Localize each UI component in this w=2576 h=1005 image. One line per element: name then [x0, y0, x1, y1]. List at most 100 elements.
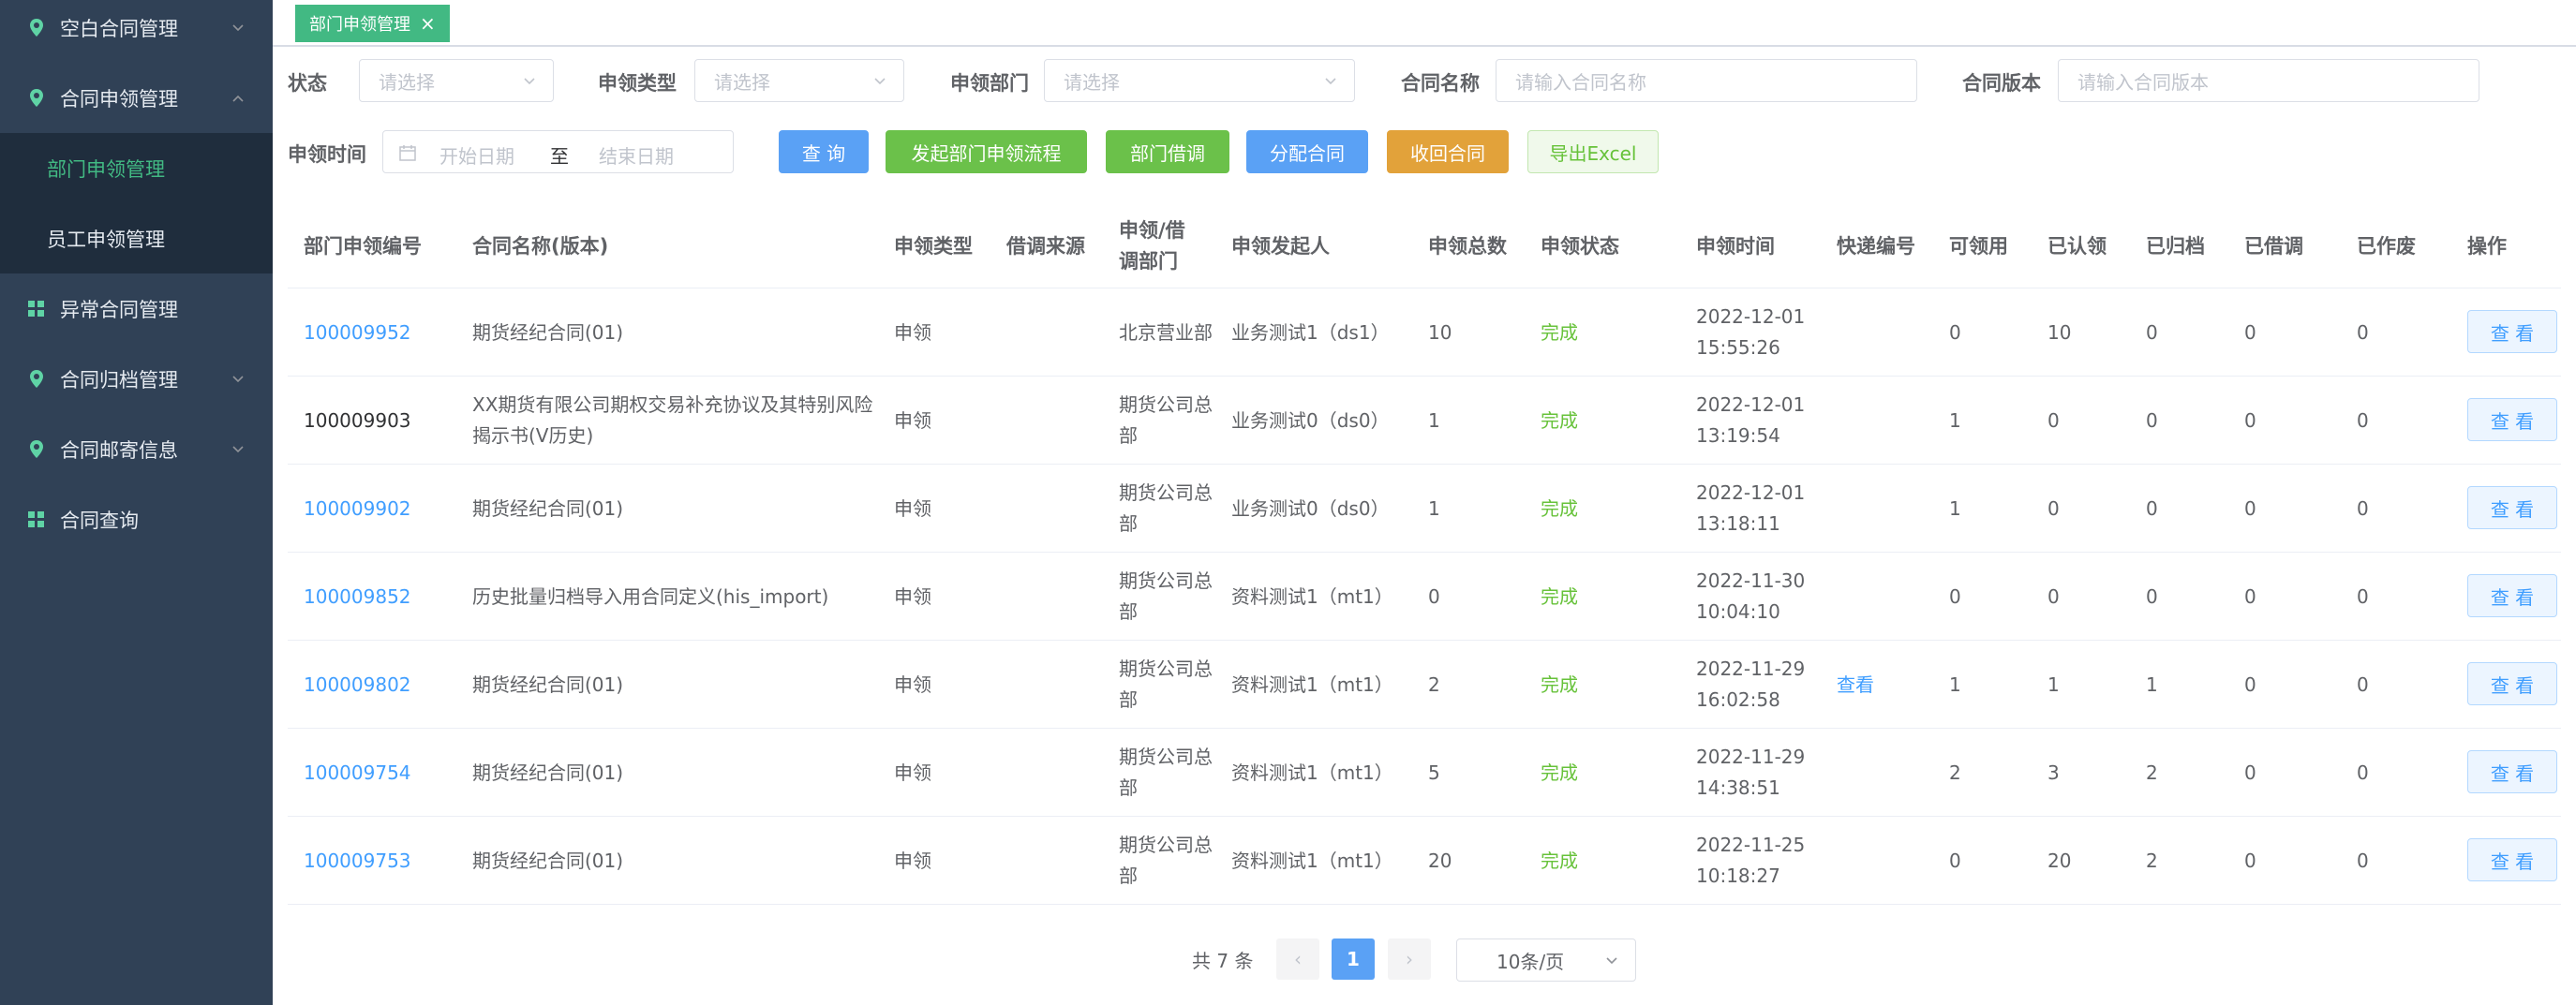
col-header: 申领状态: [1541, 234, 1619, 258]
view-button[interactable]: 查 看: [2467, 310, 2557, 353]
cell-total: 10: [1428, 320, 1452, 344]
cell-initiator: 资料测试1（mt1）: [1231, 849, 1393, 872]
prev-page-button[interactable]: ‹: [1276, 938, 1319, 980]
cell-total: 0: [1428, 584, 1440, 608]
cell-claimed: 3: [2047, 761, 2060, 784]
cell-status: 完成: [1541, 408, 1578, 432]
pagination-total: 共 7 条: [1192, 950, 1254, 972]
date-end-input[interactable]: 结束日期: [599, 141, 674, 169]
cell-claim-id[interactable]: 100009753: [304, 817, 454, 905]
sidebar-item-label: 合同查询: [60, 509, 139, 532]
cell-claim-id[interactable]: 100009754: [304, 729, 454, 817]
cell-archived: 0: [2146, 496, 2158, 520]
table-row: 100009802 期货经纪合同(01) 申领 期货公司总部 资料测试1（mt1） 2 完成…: [288, 641, 2561, 729]
cell-claim-id[interactable]: 100009952: [304, 288, 454, 377]
chevron-down-icon: [232, 23, 244, 31]
cell-transfer-source: [1006, 553, 1109, 641]
sidebar-item-label: 合同邮寄信息: [60, 438, 178, 462]
sidebar-item-abnormal-contract[interactable]: 异常合同管理: [0, 273, 273, 344]
recall-contract-button[interactable]: 收回合同: [1387, 130, 1509, 173]
cell-available: 1: [1949, 496, 1961, 520]
table-row: 100009952 期货经纪合同(01) 申领 北京营业部 业务测试1（ds1） 10 完成…: [288, 288, 2561, 377]
cell-initiator: 业务测试1（ds1）: [1231, 320, 1390, 344]
cell-dept: 期货公司总部: [1119, 481, 1213, 535]
cell-express-no: [1837, 288, 1940, 377]
date-start-input[interactable]: 开始日期: [439, 141, 514, 169]
contract-name-input[interactable]: 请输入合同名称: [1496, 59, 1917, 102]
view-button[interactable]: 查 看: [2467, 662, 2557, 705]
close-icon[interactable]: ×: [420, 14, 436, 33]
sidebar-item-contract-claim[interactable]: 合同申领管理: [0, 63, 273, 133]
col-header: 申领/借调部门: [1119, 219, 1185, 273]
cell-contract-name: 期货经纪合同(01): [472, 672, 624, 696]
view-button[interactable]: 查 看: [2467, 486, 2557, 529]
date-range-picker[interactable]: 开始日期 至 结束日期: [382, 130, 734, 173]
export-excel-button[interactable]: 导出Excel: [1527, 130, 1659, 173]
col-header: 申领类型: [894, 234, 973, 258]
query-button[interactable]: 查 询: [779, 130, 869, 173]
cell-dept: 期货公司总部: [1119, 658, 1213, 711]
col-header: 可领用: [1949, 234, 2008, 258]
table-header: 部门申领编号 合同名称(版本) 申领类型 借调来源 申领/借调部门 申领发起人 …: [288, 204, 2561, 288]
cell-claim-id[interactable]: 100009852: [304, 553, 454, 641]
view-button[interactable]: 查 看: [2467, 838, 2557, 881]
sidebar-subitem-dept-claim[interactable]: 部门申领管理: [0, 133, 273, 203]
cell-archived: 2: [2146, 849, 2158, 872]
view-button[interactable]: 查 看: [2467, 750, 2557, 793]
cell-claimed: 20: [2047, 849, 2072, 872]
sidebar-subitem-label: 员工申领管理: [47, 228, 165, 251]
sidebar-subitem-staff-claim[interactable]: 员工申领管理: [0, 203, 273, 273]
dept-transfer-button[interactable]: 部门借调: [1106, 130, 1229, 173]
cell-claim-type: 申领: [894, 672, 931, 696]
sidebar: 空白合同管理 合同申领管理 部门申领管理 员工申领管理 异常合同管理 合同归档管…: [0, 0, 273, 1005]
sidebar-item-label: 异常合同管理: [60, 298, 178, 321]
cell-total: 5: [1428, 761, 1440, 784]
cell-claim-id[interactable]: 100009902: [304, 465, 454, 553]
calendar-icon: [399, 145, 416, 161]
sidebar-item-label: 合同归档管理: [60, 368, 178, 392]
dept-select[interactable]: 请选择: [1044, 59, 1355, 102]
cell-transferred: 0: [2244, 849, 2256, 872]
cell-archived: 0: [2146, 320, 2158, 344]
cell-available: 1: [1949, 672, 1961, 696]
table-row: 100009902 期货经纪合同(01) 申领 期货公司总部 业务测试0（ds0） 1 完成…: [288, 465, 2561, 553]
page-1-button[interactable]: 1: [1332, 938, 1375, 980]
cell-claim-id[interactable]: 100009802: [304, 641, 454, 729]
chevron-down-icon: [1606, 957, 1617, 965]
sidebar-item-blank-contract[interactable]: 空白合同管理: [0, 0, 273, 63]
express-view-link[interactable]: 查看: [1837, 641, 1940, 729]
cell-transfer-source: [1006, 377, 1109, 465]
sidebar-item-contract-mail[interactable]: 合同邮寄信息: [0, 414, 273, 484]
cell-initiator: 业务测试0（ds0）: [1231, 408, 1390, 432]
cell-claimed: 0: [2047, 584, 2060, 608]
cell-claim-time: 2022-11-29 14:38:51: [1696, 746, 1806, 799]
next-page-button[interactable]: ›: [1388, 938, 1431, 980]
cell-voided: 0: [2357, 408, 2369, 432]
col-header: 已借调: [2244, 234, 2303, 258]
dept-placeholder: 请选择: [1064, 70, 1120, 94]
type-select[interactable]: 请选择: [694, 59, 904, 102]
time-label: 申领时间: [288, 143, 366, 166]
cell-express-no: [1837, 553, 1940, 641]
status-select[interactable]: 请选择: [359, 59, 554, 102]
tab-dept-claim[interactable]: 部门申领管理 ×: [295, 5, 450, 42]
cell-archived: 0: [2146, 408, 2158, 432]
contract-version-input[interactable]: 请输入合同版本: [2058, 59, 2479, 102]
cell-status: 完成: [1541, 496, 1578, 520]
sidebar-item-contract-archive[interactable]: 合同归档管理: [0, 344, 273, 414]
assign-contract-button[interactable]: 分配合同: [1246, 130, 1368, 173]
view-button[interactable]: 查 看: [2467, 398, 2557, 441]
table-row: 100009852 历史批量归档导入用合同定义(his_import) 申领 期货公司…: [288, 553, 2561, 641]
cell-contract-name: 期货经纪合同(01): [472, 761, 624, 784]
start-flow-button[interactable]: 发起部门申领流程: [886, 130, 1087, 173]
chevron-up-icon: [232, 95, 244, 102]
sidebar-item-contract-query[interactable]: 合同查询: [0, 484, 273, 554]
cell-transferred: 0: [2244, 672, 2256, 696]
cell-available: 0: [1949, 849, 1961, 872]
view-button[interactable]: 查 看: [2467, 574, 2557, 617]
cell-claimed: 10: [2047, 320, 2072, 344]
cell-status: 完成: [1541, 584, 1578, 608]
page-size-select[interactable]: 10条/页: [1456, 938, 1636, 982]
version-placeholder: 请输入合同版本: [2077, 70, 2209, 94]
cell-initiator: 业务测试0（ds0）: [1231, 496, 1390, 520]
